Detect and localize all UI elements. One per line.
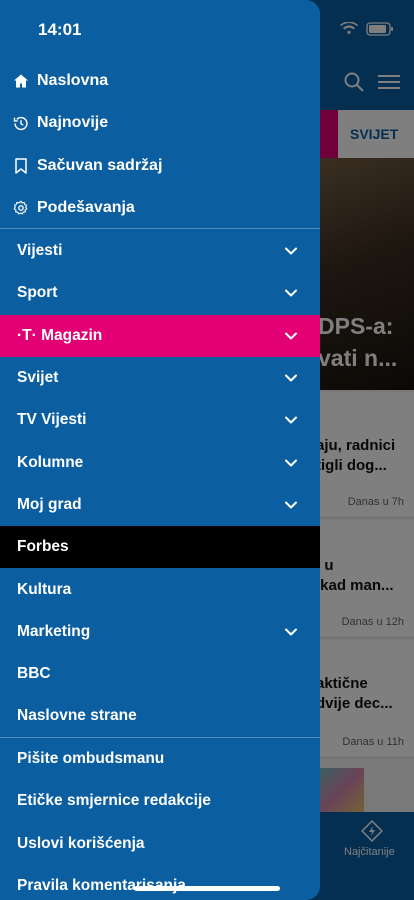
section-item-sport[interactable]: Sport [0, 272, 320, 314]
clock-icon [13, 115, 29, 131]
chevron-down-icon[interactable] [284, 413, 298, 427]
section-item-bbc[interactable]: BBC [0, 653, 320, 695]
section-menu: Vijesti Sport ·T· Magazin Svijet TV Vije… [0, 230, 320, 738]
section-item-moj-grad[interactable]: Moj grad [0, 484, 320, 526]
home-indicator[interactable] [134, 886, 280, 891]
section-label: Kolumne [17, 453, 84, 471]
home-icon [13, 73, 29, 89]
menu-item-label: Naslovna [37, 72, 109, 90]
section-item-forbes[interactable]: Forbes [0, 526, 320, 569]
section-item-vijesti[interactable]: Vijesti [0, 230, 320, 272]
menu-item-label: Sačuvan sadržaj [37, 156, 163, 174]
divider [0, 228, 320, 229]
link-uslovi-koriscenja[interactable]: Uslovi korišćenja [0, 823, 320, 865]
link-label: Pišite ombudsmanu [17, 750, 165, 768]
gear-icon [13, 200, 29, 216]
link-pravila-komentarisanja[interactable]: Pravila komentarisanja [0, 865, 320, 900]
menu-item-naslovna[interactable]: Naslovna [0, 60, 320, 102]
link-label: Etičke smjernice redakcije [17, 792, 211, 810]
section-label: ·T· Magazin [17, 327, 284, 345]
menu-item-label: Najnovije [37, 114, 109, 132]
bookmark-icon [13, 157, 29, 174]
section-label: TV Vijesti [17, 411, 87, 429]
section-label: Naslovne strane [17, 707, 137, 725]
section-item-svijet[interactable]: Svijet [0, 357, 320, 399]
menu-item-najnovije[interactable]: Najnovije [0, 102, 320, 144]
section-item-naslovne-strane[interactable]: Naslovne strane [0, 695, 320, 737]
primary-menu: Naslovna Najnovije Sačuvan sadržaj Podeš… [0, 60, 320, 229]
section-item-tv-vijesti[interactable]: TV Vijesti [0, 399, 320, 441]
section-label: Kultura [17, 580, 72, 598]
menu-item-sacuvan-sadrzaj[interactable]: Sačuvan sadržaj [0, 145, 320, 187]
section-label: Moj grad [17, 495, 82, 513]
section-label: Sport [17, 284, 58, 302]
section-label: Marketing [17, 622, 91, 640]
section-label: BBC [17, 665, 51, 683]
section-item-magazin[interactable]: ·T· Magazin [0, 314, 320, 357]
navigation-drawer: 14:01 Naslovna Najnovije Sačuvan sadržaj… [0, 0, 320, 900]
section-label: Svijet [17, 369, 59, 387]
chevron-down-icon[interactable] [284, 456, 298, 470]
chevron-down-icon[interactable] [284, 498, 298, 512]
status-time: 14:01 [38, 20, 82, 39]
section-item-kolumne[interactable]: Kolumne [0, 441, 320, 483]
telekom-logo: ·T· [17, 326, 37, 344]
section-label-text: Magazin [41, 326, 103, 344]
link-label: Uslovi korišćenja [17, 834, 145, 852]
section-item-kultura[interactable]: Kultura [0, 568, 320, 610]
menu-item-label: Podešavanja [37, 199, 135, 217]
chevron-down-icon[interactable] [284, 625, 298, 639]
chevron-down-icon[interactable] [284, 371, 298, 385]
link-pisite-ombudsmanu[interactable]: Pišite ombudsmanu [0, 738, 320, 780]
section-item-marketing[interactable]: Marketing [0, 611, 320, 653]
chevron-down-icon[interactable] [284, 244, 298, 258]
link-eticke-smjernice[interactable]: Etičke smjernice redakcije [0, 780, 320, 822]
chevron-down-icon[interactable] [284, 286, 298, 300]
chevron-down-icon[interactable] [284, 329, 298, 343]
section-label: Vijesti [17, 242, 63, 260]
menu-item-podesavanja[interactable]: Podešavanja [0, 187, 320, 229]
section-label: Forbes [17, 538, 69, 556]
footer-menu: Pišite ombudsmanu Etičke smjernice redak… [0, 738, 320, 900]
